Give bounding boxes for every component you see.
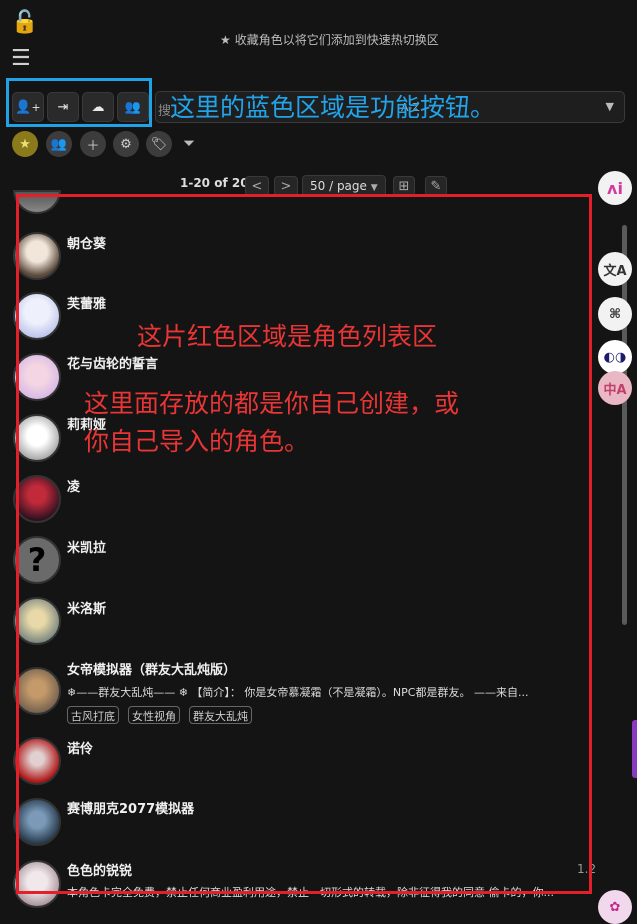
grid-view-button[interactable]: ⊞ bbox=[393, 176, 415, 196]
grid-icon: ⊞ bbox=[398, 178, 410, 194]
filter-clear-icon[interactable]: ⏷ bbox=[183, 134, 195, 152]
favorites-hint: ★ 收藏角色以将它们添加到快速热切换区 bbox=[220, 33, 439, 47]
translate-icon-2[interactable]: 中A bbox=[598, 371, 632, 405]
caret-down-icon: ▼ bbox=[370, 183, 378, 193]
red-annotation-line1: 这片红色区域是角色列表区 bbox=[137, 322, 438, 351]
red-annotation-line2: 这里面存放的都是你自己创建，或 bbox=[84, 389, 460, 418]
list-icon[interactable]: ☰ bbox=[11, 48, 31, 70]
pagination-range: 1-20 of 20 bbox=[180, 176, 249, 190]
folder-filter[interactable]: ＋ bbox=[80, 131, 106, 157]
blue-annotation-text: 这里的蓝色区域是功能按钮。 bbox=[170, 93, 496, 122]
scrollbar[interactable] bbox=[622, 225, 627, 625]
folder-plus-icon: ＋ bbox=[86, 138, 100, 154]
red-annotation-line3: 你自己导入的角色。 bbox=[84, 427, 310, 456]
ai-logo-icon[interactable]: ʌi bbox=[598, 171, 632, 205]
bulk-edit-button[interactable]: ✎ bbox=[425, 176, 447, 196]
chevron-down-icon[interactable]: ▼ bbox=[606, 100, 614, 113]
blue-annotation-box bbox=[6, 78, 152, 127]
chat-bot-icon[interactable]: ◐◑ bbox=[598, 340, 632, 374]
groups-filter[interactable]: 👥 bbox=[46, 131, 72, 157]
gear-icon: ⚙ bbox=[120, 136, 132, 152]
star-icon: ★ bbox=[220, 33, 231, 47]
apps-icon[interactable]: ⌘ bbox=[598, 297, 632, 331]
translate-icon[interactable]: 文A bbox=[598, 252, 632, 286]
tags-filter[interactable]: 🏷 bbox=[146, 131, 172, 157]
next-page-button[interactable]: > bbox=[274, 176, 298, 196]
side-tab[interactable] bbox=[632, 720, 637, 778]
settings-filter[interactable]: ⚙ bbox=[113, 131, 139, 157]
unlock-icon[interactable]: 🔓 bbox=[11, 12, 38, 34]
favorites-filter[interactable]: ★ bbox=[12, 131, 38, 157]
brain-icon[interactable]: ✿ bbox=[598, 890, 632, 924]
users-icon: 👥 bbox=[50, 136, 68, 152]
star-icon: ★ bbox=[19, 136, 31, 152]
tags-icon: 🏷 bbox=[150, 136, 168, 152]
prev-page-button[interactable]: < bbox=[245, 176, 269, 196]
red-annotation-box bbox=[16, 194, 592, 894]
edit-icon: ✎ bbox=[430, 178, 442, 194]
